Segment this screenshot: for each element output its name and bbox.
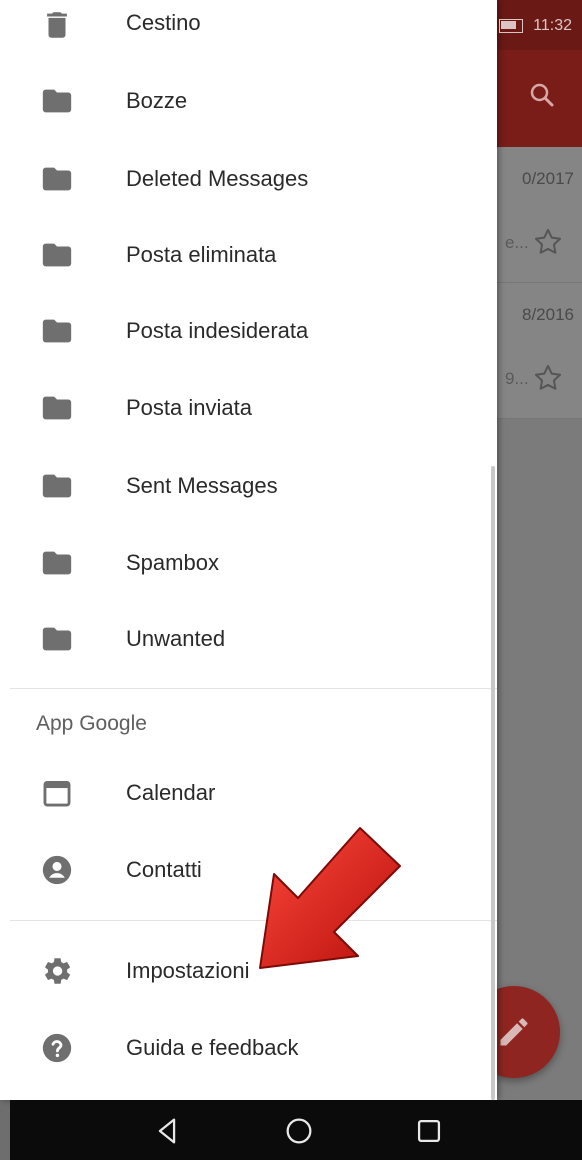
home-button[interactable] <box>282 1114 316 1148</box>
pointer-arrow-icon <box>259 827 401 969</box>
drawer-item-label: Cestino <box>126 10 201 35</box>
star-icon[interactable] <box>531 225 565 259</box>
drawer-item-unwanted[interactable]: Unwanted <box>0 605 497 673</box>
help-icon <box>38 1029 76 1067</box>
drawer-item-label: Deleted Messages <box>126 166 309 191</box>
drawer-item-bozze[interactable]: Bozze <box>0 67 497 135</box>
recents-button[interactable] <box>412 1114 446 1148</box>
drawer-item-label: Posta indesiderata <box>126 318 309 343</box>
section-header-google-apps: App Google <box>36 712 147 735</box>
email-date: 8/2016 <box>522 305 574 324</box>
status-time: 11:32 <box>533 17 572 34</box>
trash-icon <box>38 6 76 44</box>
back-icon <box>158 1118 176 1144</box>
folder-icon <box>38 467 76 505</box>
drawer-item-guida-feedback[interactable]: Guida e feedback <box>0 1014 497 1082</box>
navigation-drawer: Cestino Bozze Deleted Messages Posta eli… <box>0 0 497 1100</box>
search-icon <box>530 83 554 107</box>
drawer-item-spambox[interactable]: Spambox <box>0 529 497 597</box>
email-list-item[interactable]: 0/2017 e... <box>497 147 582 283</box>
drawer-item-deleted-messages[interactable]: Deleted Messages <box>0 145 497 213</box>
drawer-item-label: Spambox <box>126 550 219 575</box>
drawer-item-label: Impostazioni <box>126 958 250 983</box>
recents-icon <box>417 1119 441 1143</box>
android-navigation-bar <box>10 1100 582 1160</box>
drawer-item-label: Bozze <box>126 88 188 113</box>
signal-icon: ▮▮ <box>432 18 450 35</box>
divider <box>10 688 497 689</box>
email-snippet: 9... <box>505 369 529 388</box>
drawer-item-label: Guida e feedback <box>126 1035 299 1060</box>
email-date: 0/2017 <box>522 169 574 188</box>
folder-icon <box>38 544 76 582</box>
email-snippet: e... <box>505 233 529 252</box>
drawer-item-label: Sent Messages <box>126 473 278 498</box>
pencil-icon <box>500 1018 528 1046</box>
folder-icon <box>38 312 76 350</box>
drawer-item-trash[interactable]: Cestino <box>0 0 497 50</box>
contact-icon <box>38 851 76 889</box>
folder-icon <box>38 236 76 274</box>
drawer-item-sent-messages[interactable]: Sent Messages <box>0 452 497 520</box>
drawer-item-impostazioni[interactable]: Impostazioni <box>0 937 497 1005</box>
drawer-item-label: Unwanted <box>126 626 226 651</box>
drawer-scrollbar[interactable] <box>491 466 495 1100</box>
search-button[interactable] <box>527 80 567 120</box>
drawer-item-posta-inviata[interactable]: Posta inviata <box>0 374 497 442</box>
email-list-item[interactable]: 8/2016 9... <box>497 283 582 419</box>
folder-icon <box>38 82 76 120</box>
home-icon <box>286 1118 312 1144</box>
drawer-item-label: Calendar <box>126 780 216 805</box>
star-icon[interactable] <box>531 361 565 395</box>
status-indicators: ▮▮ 78% 11:32 <box>433 17 572 35</box>
battery-icon <box>499 19 524 33</box>
drawer-item-posta-eliminata[interactable]: Posta eliminata <box>0 221 497 289</box>
folder-icon <box>38 389 76 427</box>
drawer-item-label: Contatti <box>126 857 202 882</box>
folder-icon <box>38 620 76 658</box>
drawer-item-contatti[interactable]: Contatti <box>0 836 497 904</box>
drawer-item-calendar[interactable]: Calendar <box>0 759 497 827</box>
back-button[interactable] <box>150 1114 184 1148</box>
drawer-item-posta-indesiderata[interactable]: Posta indesiderata <box>0 297 497 365</box>
folder-icon <box>38 160 76 198</box>
drawer-item-label: Posta inviata <box>126 395 252 420</box>
calendar-icon <box>38 774 76 812</box>
gear-icon <box>38 952 76 990</box>
drawer-item-label: Posta eliminata <box>126 242 277 267</box>
battery-percent: 78% <box>459 17 490 35</box>
